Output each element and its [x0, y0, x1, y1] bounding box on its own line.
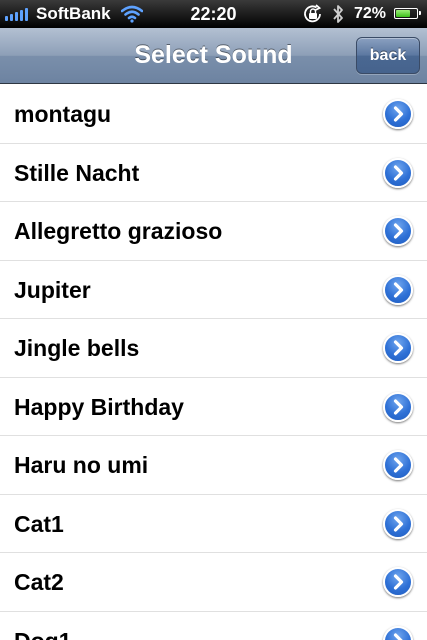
- sound-list: montagu Stille Nacht Allegretto grazioso Ju…: [0, 85, 427, 640]
- bluetooth-icon: [333, 5, 343, 23]
- battery-icon: [394, 8, 421, 19]
- disclosure-arrow-icon[interactable]: [383, 274, 413, 305]
- sound-row[interactable]: Jingle bells: [0, 319, 427, 378]
- sound-row[interactable]: Jupiter: [0, 260, 427, 319]
- disclosure-arrow-icon[interactable]: [383, 450, 413, 480]
- sound-row[interactable]: Cat2: [0, 553, 427, 612]
- sound-name: Stille Nacht: [14, 159, 140, 186]
- navigation-bar: Select Sound back: [0, 28, 427, 84]
- sound-row[interactable]: Dog1: [0, 611, 427, 640]
- disclosure-arrow-icon[interactable]: [383, 625, 413, 640]
- disclosure-arrow-icon[interactable]: [383, 99, 413, 129]
- sound-name: Cat2: [14, 569, 64, 595]
- sound-row[interactable]: Happy Birthday: [0, 377, 427, 436]
- sound-name: Cat1: [14, 510, 64, 537]
- disclosure-arrow-icon[interactable]: [383, 567, 413, 597]
- sound-row[interactable]: Allegretto grazioso: [0, 202, 427, 261]
- disclosure-arrow-icon[interactable]: [383, 333, 413, 363]
- rotation-lock-icon: [304, 4, 322, 23]
- disclosure-arrow-icon[interactable]: [383, 391, 413, 422]
- disclosure-arrow-icon[interactable]: [383, 216, 413, 246]
- sound-name: Jupiter: [14, 276, 91, 303]
- sound-row[interactable]: Cat1: [0, 494, 427, 553]
- sound-name: Dog1: [14, 612, 72, 640]
- sound-name: Jingle bells: [14, 335, 140, 361]
- sound-name: Happy Birthday: [14, 393, 184, 420]
- sound-row[interactable]: Haru no umi: [0, 436, 427, 495]
- status-bar: SoftBank 22:20 72%: [0, 0, 427, 28]
- sound-name: Haru no umi: [14, 452, 149, 478]
- sound-row[interactable]: Stille Nacht: [0, 143, 427, 202]
- battery-level: [396, 10, 410, 17]
- sound-name: montagu: [14, 101, 112, 127]
- back-button[interactable]: back: [356, 37, 420, 74]
- sound-row[interactable]: montagu: [0, 85, 427, 144]
- disclosure-arrow-icon[interactable]: [383, 157, 413, 188]
- sound-name: Allegretto grazioso: [14, 218, 223, 244]
- disclosure-arrow-icon[interactable]: [383, 508, 413, 539]
- battery-percent: 72%: [354, 5, 387, 22]
